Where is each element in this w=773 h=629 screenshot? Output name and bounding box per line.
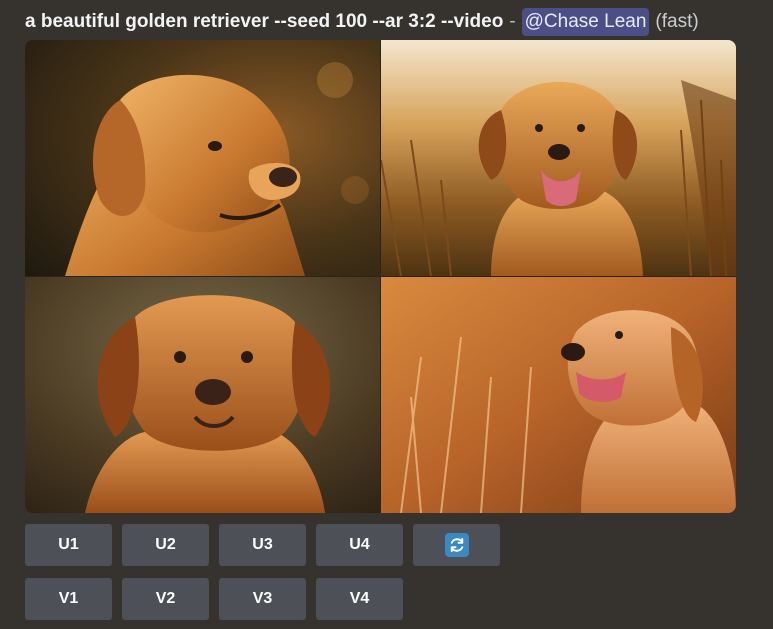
reroll-button[interactable]: [413, 524, 500, 566]
prompt-text: a beautiful golden retriever --seed 100 …: [25, 11, 504, 32]
user-mention[interactable]: @Chase Lean: [521, 8, 650, 36]
golden-retriever-portrait-left-icon: [25, 40, 380, 276]
v2-button[interactable]: V2: [122, 578, 209, 620]
image-tile-4[interactable]: [381, 277, 736, 513]
message-header: a beautiful golden retriever --seed 100 …: [25, 8, 699, 36]
v4-button[interactable]: V4: [316, 578, 403, 620]
u2-button[interactable]: U2: [122, 524, 209, 566]
golden-retriever-tongue-field-icon: [381, 277, 736, 513]
image-tile-1[interactable]: [25, 40, 380, 276]
separator: -: [509, 11, 516, 32]
golden-retriever-front-portrait-icon: [25, 277, 380, 513]
u3-button[interactable]: U3: [219, 524, 306, 566]
refresh-icon: [444, 533, 469, 557]
image-tile-3[interactable]: [25, 277, 380, 513]
u4-button[interactable]: U4: [316, 524, 403, 566]
upscale-button-row: U1 U2 U3 U4: [25, 524, 500, 566]
image-grid[interactable]: [25, 40, 736, 513]
golden-retriever-smiling-field-icon: [381, 40, 736, 276]
v3-button[interactable]: V3: [219, 578, 306, 620]
speed-label: (fast): [655, 11, 699, 32]
image-tile-2[interactable]: [381, 40, 736, 276]
u1-button[interactable]: U1: [25, 524, 112, 566]
variation-button-row: V1 V2 V3 V4: [25, 578, 403, 620]
midjourney-message: a beautiful golden retriever --seed 100 …: [0, 0, 773, 629]
v1-button[interactable]: V1: [25, 578, 112, 620]
